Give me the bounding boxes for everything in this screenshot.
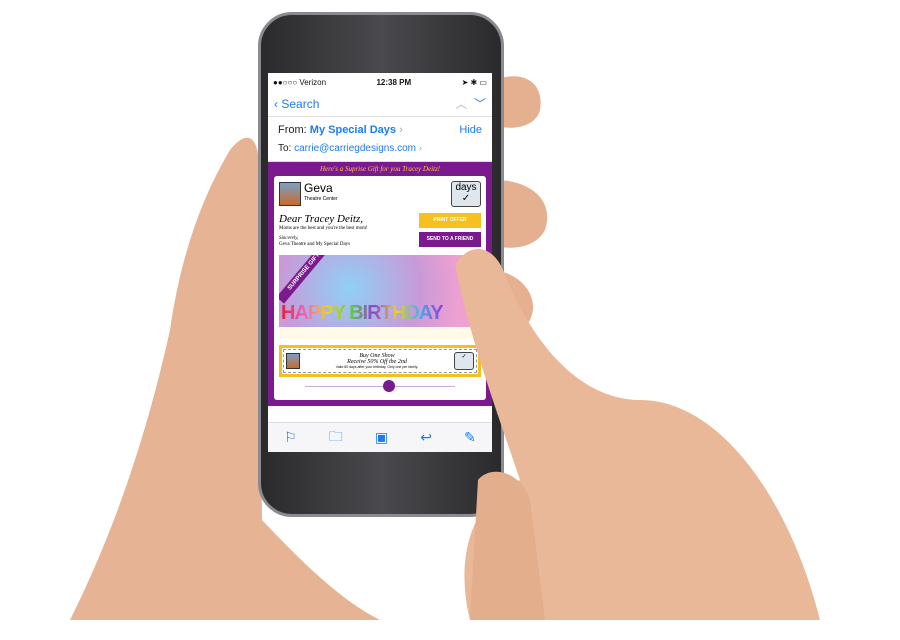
right-hand xyxy=(455,248,820,620)
